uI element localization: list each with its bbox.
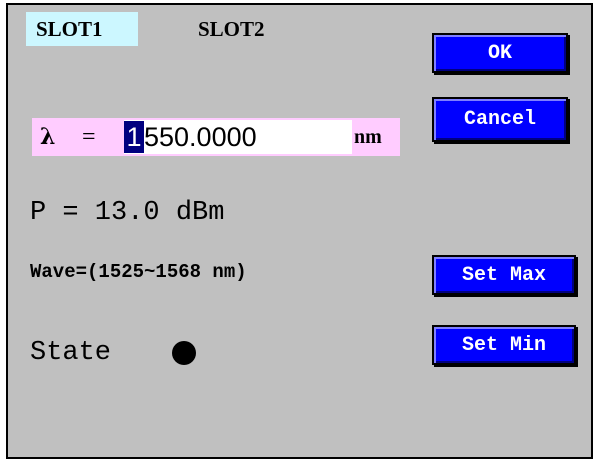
- wavelength-cursor-digit[interactable]: 1: [124, 121, 144, 153]
- wavelength-value: 550.0000: [144, 122, 257, 152]
- wavelength-input[interactable]: 1 550.0000: [124, 120, 352, 154]
- state-label: State: [30, 338, 112, 368]
- slot-settings-dialog: SLOT1 SLOT2 OK Cancel λ = 1 550.0000 nm …: [6, 3, 593, 459]
- wavelength-unit: nm: [354, 126, 382, 148]
- wave-range-label: Wave=(1525~1568 nm): [30, 261, 247, 283]
- wavelength-row: λ = 1 550.0000 nm: [32, 118, 400, 156]
- set-min-button[interactable]: Set Min: [432, 325, 576, 365]
- state-indicator-icon: [172, 341, 196, 365]
- ok-button[interactable]: OK: [432, 33, 568, 73]
- cancel-button[interactable]: Cancel: [432, 97, 568, 142]
- tab-slot1[interactable]: SLOT1: [26, 12, 138, 46]
- lambda-symbol: λ: [40, 124, 56, 150]
- set-max-button[interactable]: Set Max: [432, 255, 576, 295]
- tab-slot2[interactable]: SLOT2: [188, 12, 288, 46]
- equals-sign: =: [82, 124, 96, 150]
- power-readout: P = 13.0 dBm: [30, 198, 225, 228]
